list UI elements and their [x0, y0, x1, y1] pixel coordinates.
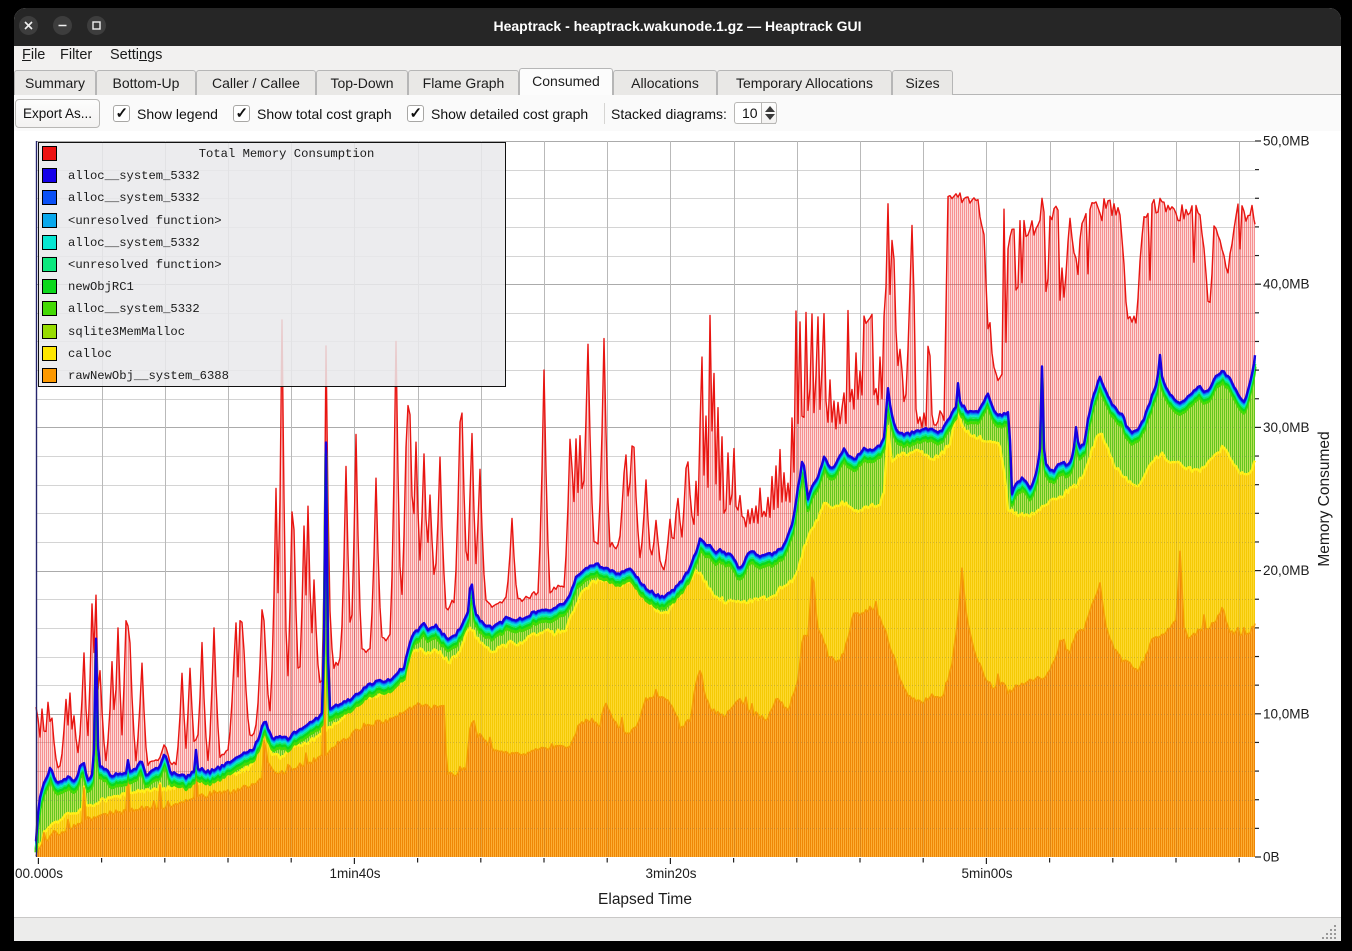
svg-text:10,0MB: 10,0MB [1263, 706, 1310, 721]
svg-text:40,0MB: 40,0MB [1263, 277, 1310, 292]
svg-text:Memory Consumed: Memory Consumed [1316, 431, 1333, 566]
svg-text:20,0MB: 20,0MB [1263, 563, 1310, 578]
svg-text:1min40s: 1min40s [329, 866, 380, 881]
svg-text:3min20s: 3min20s [645, 866, 696, 881]
svg-text:30,0MB: 30,0MB [1263, 420, 1310, 435]
svg-text:50,0MB: 50,0MB [1263, 134, 1310, 149]
svg-text:0B: 0B [1263, 850, 1280, 865]
svg-text:5min00s: 5min00s [961, 866, 1012, 881]
svg-text:00.000s: 00.000s [15, 866, 63, 881]
svg-text:Elapsed Time: Elapsed Time [598, 891, 692, 908]
